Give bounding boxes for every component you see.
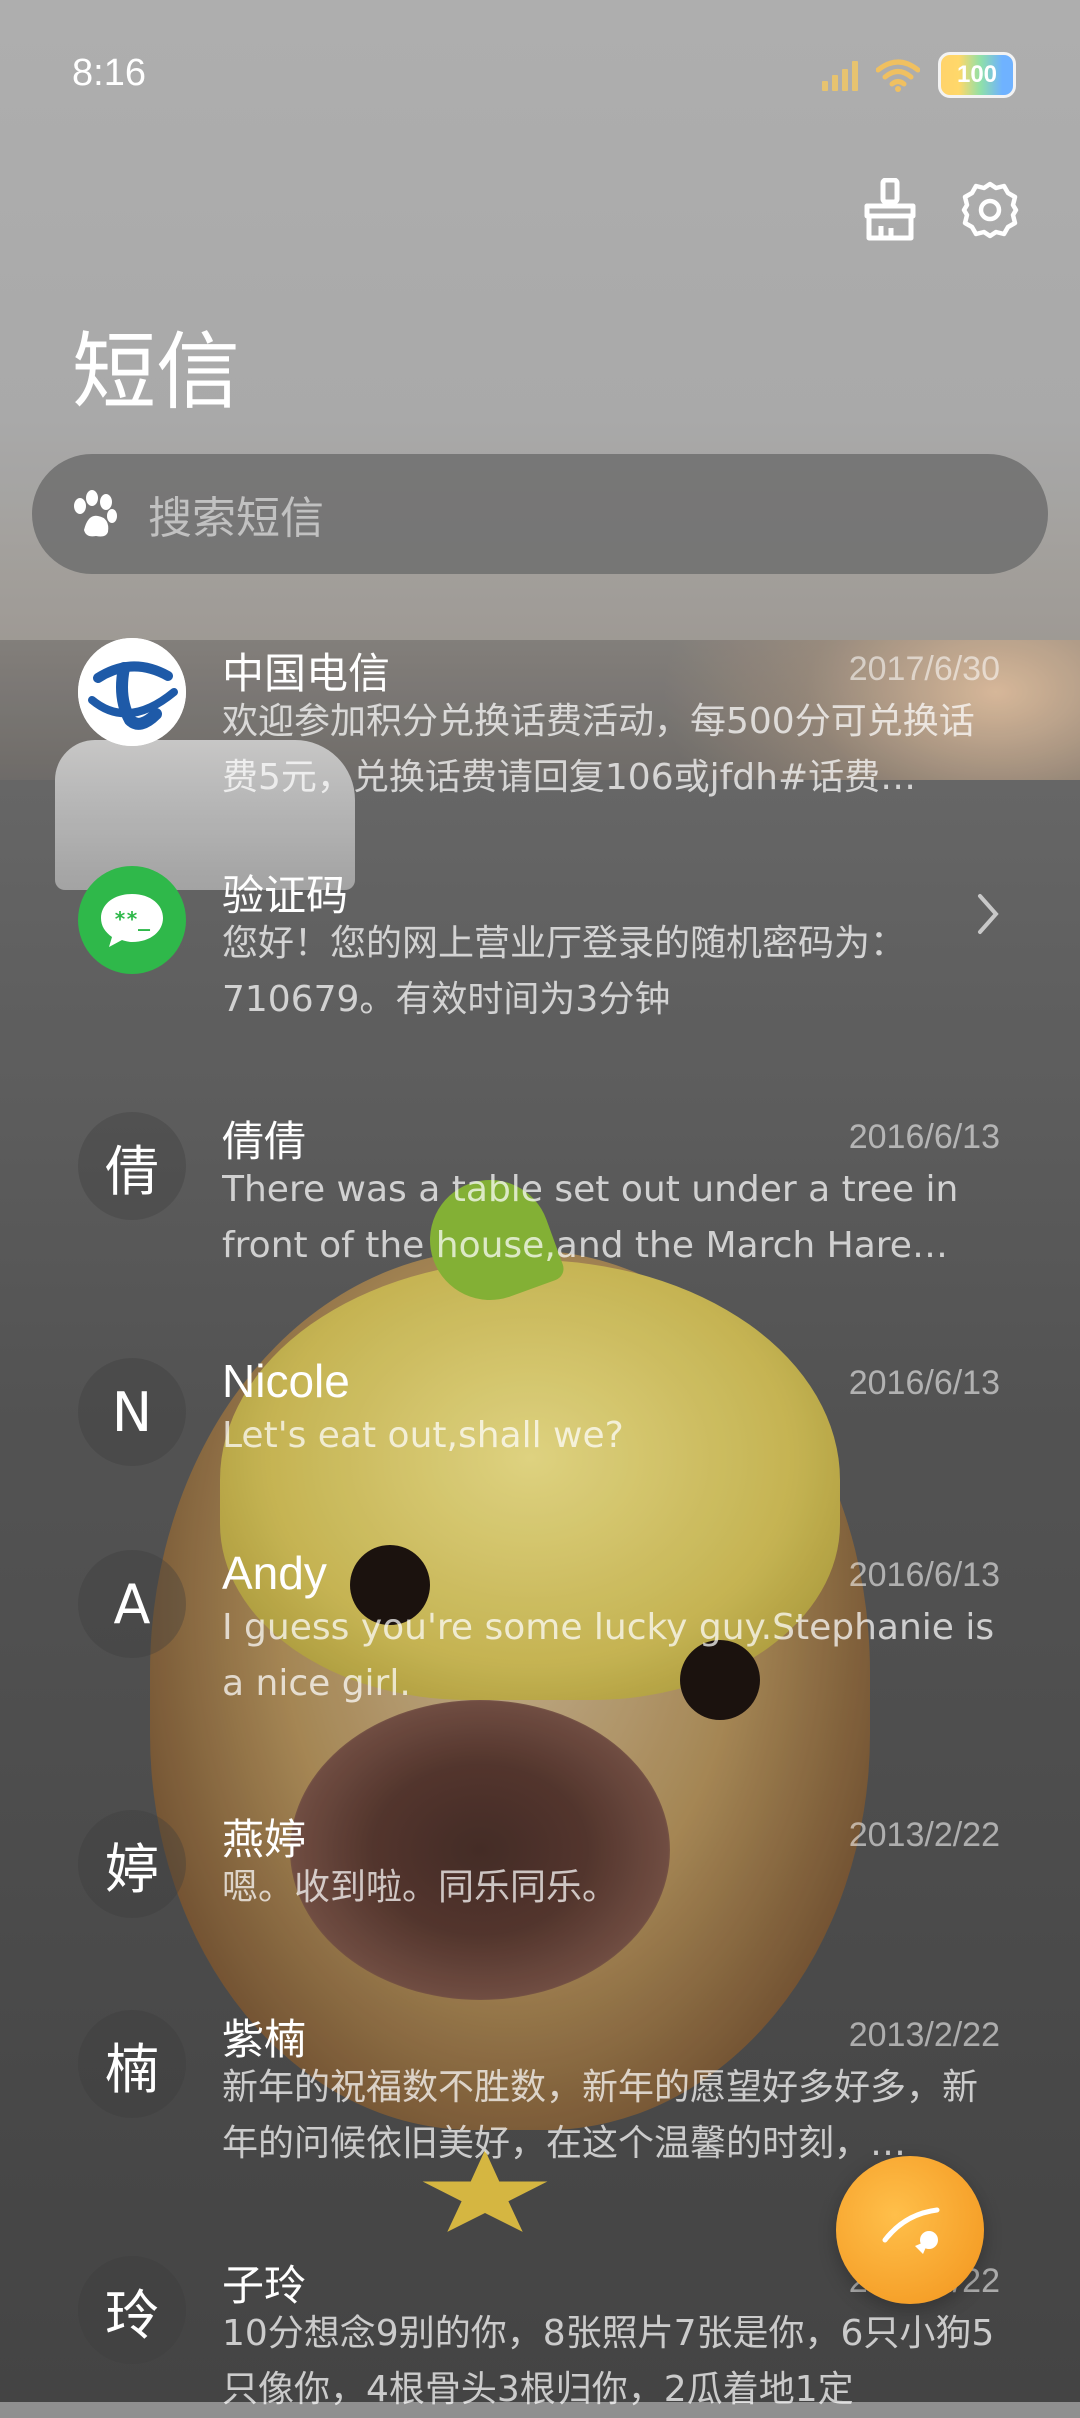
chevron-right-icon[interactable] [974,892,1002,947]
avatar: **_ [78,866,186,974]
message-preview: I guess you're some lucky guy.Stephanie … [222,1607,995,1704]
contact-name: 验证码 [222,871,349,920]
compose-icon [882,2207,940,2254]
conversation-item[interactable]: 倩 倩倩 2016/6/13 There was a table set out… [0,1112,1080,1358]
telecom-logo-icon [78,638,186,746]
message-date: 2016/6/13 [848,1118,1000,1156]
status-time: 8:16 [72,52,146,94]
gear-icon[interactable] [960,178,1020,242]
page-title: 短信 [72,323,241,421]
contact-name: 中国电信 [222,649,391,698]
contact-name: 倩倩 [222,1117,307,1166]
message-date: 2013/2/22 [848,2016,1000,2054]
message-date: 2016/6/13 [848,1556,1000,1594]
message-preview: 您好！您的网上营业厅登录的随机密码为：710679。有效时间为3分钟 [222,923,907,1020]
conversation-item[interactable]: 婷 燕婷 2013/2/22 嗯。收到啦。同乐同乐。 [0,1810,1080,2002]
status-icons: 100 [822,52,1016,98]
avatar: 玲 [78,2256,186,2364]
message-date: 2017/6/30 [848,650,1000,688]
message-preview: 欢迎参加积分兑换话费活动，每500分可兑换话费5元，兑换话费请回复106或jfd… [222,701,975,798]
contact-name: Nicole [222,1355,350,1407]
conversation-item[interactable]: N Nicole 2016/6/13 Let's eat out,shall w… [0,1355,1080,1550]
paw-icon [74,490,117,537]
contact-name: 燕婷 [222,1815,307,1864]
broom-icon[interactable] [860,178,920,242]
wifi-icon [875,58,921,92]
battery-icon: 100 [938,52,1016,98]
search-bar[interactable]: 搜索短信 [32,454,1048,574]
message-preview: 新年的祝福数不胜数，新年的愿望好多好多，新年的问候依旧美好，在这个温馨的时刻，… [222,2067,979,2164]
conversation-item[interactable]: A Andy 2016/6/13 I guess you're some luc… [0,1547,1080,1796]
contact-name: 紫楠 [222,2015,307,2064]
avatar: 倩 [78,1112,186,1220]
conversation-item[interactable]: 中国电信 2017/6/30 欢迎参加积分兑换话费活动，每500分可兑换话费5元… [0,620,1080,866]
status-bar: 8:16 100 [0,0,1080,150]
svg-text:**_: **_ [114,907,151,931]
signal-icon [822,59,858,91]
avatar: A [78,1550,186,1658]
top-actions [860,178,1020,242]
message-date: 2016/6/13 [848,1364,1000,1402]
message-preview: There was a table set out under a tree i… [222,1169,959,1266]
search-placeholder: 搜索短信 [148,493,324,544]
contact-name: 子玲 [222,2261,307,2310]
avatar: 楠 [78,2010,186,2118]
message-preview: Let's eat out,shall we? [222,1415,624,1456]
message-date: 2013/2/22 [848,1816,1000,1854]
contact-name: Andy [222,1547,327,1599]
message-preview: 嗯。收到啦。同乐同乐。 [222,1867,619,1908]
message-preview: 10分想念9别的你，8张照片7张是你，6只小狗5只像你，4根骨头3根归你，2瓜着… [222,2313,995,2410]
avatar: N [78,1358,186,1466]
conversation-item[interactable]: **_ 验证码 您好！您的网上营业厅登录的随机密码为：710679。有效时间为3… [0,866,1080,1112]
battery-level: 100 [956,61,998,88]
compose-button[interactable] [836,2156,984,2304]
avatar: 婷 [78,1810,186,1918]
verification-chat-icon: **_ [101,894,163,947]
avatar [78,638,186,746]
conversation-list: 中国电信 2017/6/30 欢迎参加积分兑换话费活动，每500分可兑换话费5元… [0,620,1080,2410]
